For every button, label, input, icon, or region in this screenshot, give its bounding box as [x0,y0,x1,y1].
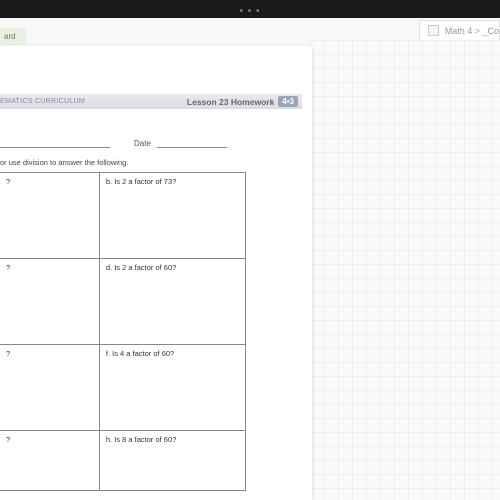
cell-f[interactable]: f. Is 4 a factor of 60? [99,345,245,431]
cell-c[interactable]: ? [0,259,99,345]
date-label: Date [134,139,151,148]
table-row: ? d. Is 2 a factor of 60? [0,259,246,345]
lesson-title: Lesson 23 Homework 4•3 [187,96,298,107]
module-badge: 4•3 [278,96,298,107]
table-row: ? h. Is 8 a factor of 60? [0,431,246,491]
name-date-row: Date [0,138,292,148]
worksheet-header: EMATICS CURRICULUM Lesson 23 Homework 4•… [0,94,302,109]
tag-chip[interactable]: ard [0,28,26,45]
cell-a[interactable]: ? [0,173,99,259]
curriculum-label: EMATICS CURRICULUM [0,98,85,105]
question-grid: ? b. Is 2 a factor of 73? ? d. Is 2 a fa… [0,172,246,491]
cell-h[interactable]: h. Is 8 a factor of 60? [99,431,245,491]
overflow-dots-icon[interactable]: • • • [239,6,260,17]
breadcrumb-text: Math 4 > _Co [445,26,499,36]
cell-b[interactable]: b. Is 2 a factor of 73? [99,173,245,259]
cell-d[interactable]: d. Is 2 a factor of 60? [99,259,245,345]
instruction-text: or use division to answer the following. [0,158,128,167]
breadcrumb[interactable]: Math 4 > _Co [419,20,500,41]
table-row: ? f. Is 4 a factor of 60? [0,345,246,431]
lesson-title-text: Lesson 23 Homework [187,97,274,107]
worksheet-page: EMATICS CURRICULUM Lesson 23 Homework 4•… [0,46,312,500]
name-blank[interactable] [0,138,110,148]
date-blank[interactable] [157,138,227,148]
cell-g[interactable]: ? [0,431,99,491]
cell-e[interactable]: ? [0,345,99,431]
checkbox-icon[interactable] [428,25,439,36]
table-row: ? b. Is 2 a factor of 73? [0,173,246,259]
canvas-grid [310,40,500,500]
